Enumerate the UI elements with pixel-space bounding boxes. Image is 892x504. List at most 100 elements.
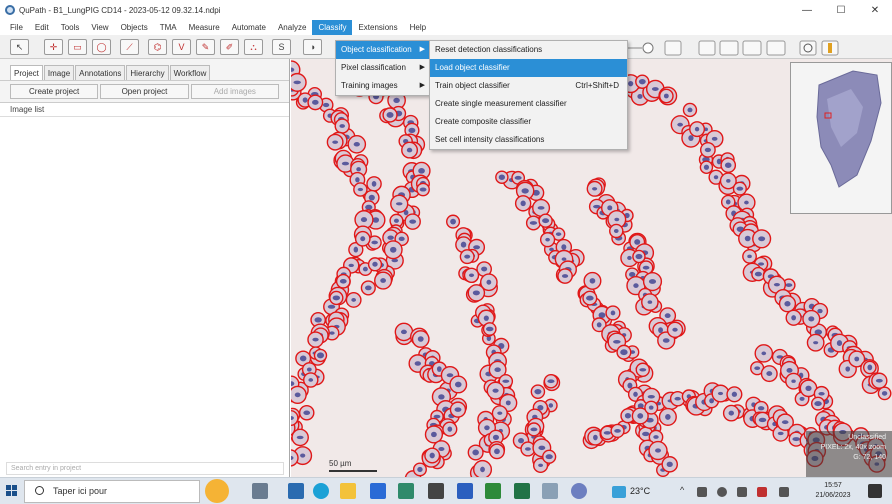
tray-icon-3[interactable] [737, 487, 747, 497]
rectangle-tool-button[interactable]: ▭ [68, 39, 87, 55]
word-icon[interactable] [457, 483, 473, 499]
ellipse-tool-button[interactable]: ◯ [92, 39, 111, 55]
menu-item-training-images[interactable]: Training images ▶ [336, 77, 429, 95]
tab-annotations[interactable]: Annotations [75, 65, 126, 80]
store-icon[interactable] [398, 483, 414, 499]
cell-nucleus [614, 429, 621, 433]
menu-item-create-composite-classifier[interactable]: Create composite classifier [430, 113, 627, 131]
cell-nucleus [875, 378, 883, 383]
cell-nucleus [360, 236, 366, 242]
minimize-button[interactable]: — [790, 0, 824, 20]
cell-nucleus [472, 449, 479, 456]
maximize-button[interactable]: ☐ [824, 0, 858, 20]
project-search-input[interactable]: Search entry in project [6, 462, 284, 475]
menu-item-create-single-measurement-classifier[interactable]: Create single measurement classifier [430, 95, 627, 113]
close-button[interactable]: ✕ [858, 0, 892, 20]
cell-nucleus [356, 167, 361, 172]
cell-nucleus [419, 187, 427, 192]
taskbar-search-input[interactable]: Taper ici pour [24, 480, 200, 503]
cell-nucleus [754, 366, 761, 370]
windows-start-icon[interactable] [6, 485, 18, 497]
cell-nucleus [726, 179, 731, 183]
cell-nucleus [481, 266, 488, 272]
submenu-arrow-icon: ▶ [419, 82, 425, 89]
points-tool-button[interactable]: ⛬ [244, 39, 263, 55]
menu-file[interactable]: File [4, 20, 29, 35]
menu-view[interactable]: View [85, 20, 114, 35]
tray-icon-1[interactable] [697, 487, 707, 497]
cell-nucleus [514, 175, 522, 180]
outlook-icon[interactable] [370, 483, 386, 499]
menu-objects[interactable]: Objects [115, 20, 154, 35]
slide-overview[interactable] [790, 62, 892, 214]
move-tool-button[interactable]: ↖ [10, 39, 29, 55]
selection-mode-button[interactable]: S [272, 39, 291, 55]
crosshair-tool-button[interactable]: ✛ [44, 39, 63, 55]
tab-project[interactable]: Project [10, 65, 43, 80]
menu-tools[interactable]: Tools [55, 20, 86, 35]
add-images-button[interactable]: Add images [190, 84, 279, 99]
cell-nucleus [703, 164, 710, 170]
menu-automate[interactable]: Automate [226, 20, 272, 35]
cell-nucleus [725, 199, 731, 205]
taskbar-search-placeholder: Taper ici pour [53, 486, 108, 496]
cell-nucleus [620, 349, 628, 356]
menu-item-object-classification[interactable]: Object classification ▶ [336, 41, 429, 59]
cell-nucleus [674, 396, 681, 401]
menu-item-pixel-classification[interactable]: Pixel classification ▶ [336, 59, 429, 77]
menu-item-reset-detection-classifications[interactable]: Reset detection classifications [430, 41, 627, 59]
menu-measure[interactable]: Measure [183, 20, 226, 35]
brush-tool-button[interactable]: ✎ [196, 39, 215, 55]
tab-image[interactable]: Image [43, 65, 75, 80]
window-title: QuPath - B1_LungPIG CD14 - 2023-05-12 09… [19, 5, 221, 15]
app-icon[interactable] [428, 483, 444, 499]
polygon-tool-button[interactable]: ⌬ [148, 39, 167, 55]
tray-icon-2[interactable] [717, 487, 727, 497]
wand-tool-button[interactable]: ✐ [220, 39, 239, 55]
notification-icon[interactable] [868, 484, 882, 498]
cell-nucleus [728, 410, 734, 416]
qupath-taskbar-icon[interactable] [542, 483, 558, 499]
tray-icon-4[interactable] [757, 487, 767, 497]
cell-nucleus [518, 438, 524, 444]
tray-chevron-icon[interactable]: ^ [680, 485, 684, 495]
cell-nucleus [353, 142, 360, 147]
widgets-icon[interactable] [288, 483, 304, 499]
cell-nucleus [805, 385, 812, 392]
open-project-button[interactable]: Open project [100, 84, 189, 99]
menu-edit[interactable]: Edit [29, 20, 55, 35]
object-classification-submenu: Reset detection classifications Load obj… [429, 40, 628, 150]
menu-help[interactable]: Help [404, 20, 432, 35]
drive-icon[interactable] [485, 483, 501, 499]
taskbar-clock[interactable]: 15:57 21/06/2023 [808, 481, 858, 501]
brightness-contrast-button[interactable]: ◑ [303, 39, 322, 55]
menu-item-set-cell-intensity-classifications[interactable]: Set cell intensity classifications [430, 131, 627, 149]
menu-analyze[interactable]: Analyze [272, 20, 312, 35]
menu-classify[interactable]: Classify [312, 20, 353, 35]
line-tool-button[interactable]: ⟋ [120, 39, 139, 55]
menu-extensions[interactable]: Extensions [352, 20, 403, 35]
task-view-icon[interactable] [252, 483, 268, 499]
cell-nucleus [372, 261, 378, 267]
cell-nucleus [814, 401, 822, 407]
tab-workflow[interactable]: Workflow [169, 65, 211, 80]
cell-nucleus [731, 391, 738, 397]
cell-nucleus [417, 336, 424, 342]
cell-nucleus [418, 168, 425, 174]
create-project-button[interactable]: Create project [10, 84, 99, 99]
cell-nucleus [761, 351, 767, 356]
menu-item-load-object-classifier[interactable]: Load object classifier [430, 59, 627, 77]
edge-browser-icon[interactable] [313, 483, 329, 499]
file-explorer-icon[interactable] [340, 483, 356, 499]
cell-nucleus [711, 136, 718, 141]
teams-icon[interactable] [571, 483, 587, 499]
tab-hierarchy[interactable]: Hierarchy [126, 65, 169, 80]
menu-tma[interactable]: TMA [154, 20, 183, 35]
polyline-tool-button[interactable]: V [172, 39, 191, 55]
tray-icon-5[interactable] [779, 487, 789, 497]
menu-item-train-object-classifier[interactable]: Train object classifier Ctrl+Shift+D [430, 77, 627, 95]
excel-icon[interactable] [514, 483, 530, 499]
cell-nucleus [306, 367, 312, 372]
cell-nucleus [773, 282, 780, 287]
cell-nucleus [589, 278, 596, 284]
